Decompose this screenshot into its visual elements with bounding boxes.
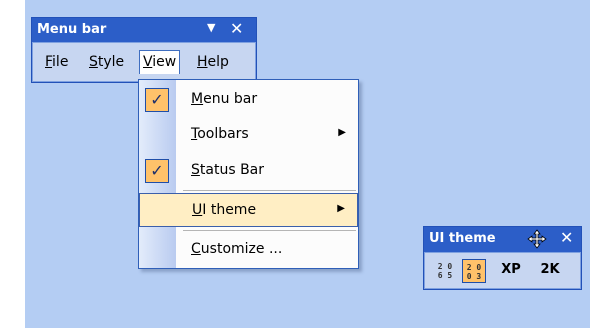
menubar: File Style View Help (33, 43, 255, 81)
close-icon[interactable]: ✕ (560, 228, 573, 247)
ui-theme-titlebar[interactable]: UI theme ✕ (424, 227, 581, 252)
menu-view-label: iew (152, 54, 177, 70)
menu-item-toolbars[interactable]: Toolbars ▶ (139, 118, 358, 152)
menu-style[interactable]: Style (85, 50, 128, 74)
menu-bar-title: Menu bar (37, 22, 107, 37)
menu-item-label: UI theme (192, 202, 257, 218)
menu-item-customize[interactable]: Customize ... (139, 233, 358, 267)
menu-bar-toolbar: Menu bar ▼ ✕ File Style View Help (31, 17, 257, 83)
submenu-arrow-icon: ▶ (337, 203, 345, 214)
submenu-arrow-icon: ▶ (338, 127, 346, 138)
digits-top: 2 0 (437, 262, 453, 271)
menu-help[interactable]: Help (193, 50, 233, 74)
theme-xp-button[interactable]: XP (496, 259, 526, 283)
menu-style-label: tyle (97, 54, 125, 70)
close-icon[interactable]: ✕ (230, 19, 243, 38)
menu-bar-titlebar[interactable]: Menu bar ▼ ✕ (32, 18, 256, 42)
menu-help-label: elp (207, 54, 229, 70)
menu-separator (183, 230, 356, 231)
menu-item-label: Status Bar (191, 162, 265, 178)
digits-bottom: 0 3 (466, 272, 482, 281)
digits-top: 2 0 (466, 263, 482, 272)
move-icon[interactable] (527, 229, 547, 249)
menu-item-status-bar[interactable]: ✓ Status Bar (139, 154, 358, 188)
menu-item-menu-bar[interactable]: ✓ Menu bar (139, 83, 358, 117)
menu-help-accel: H (197, 54, 208, 70)
theme-digits-active-button[interactable]: 2 0 0 3 (462, 259, 486, 283)
theme-buttons-row: 2 0 6 5 2 0 0 3 XP 2K (425, 253, 580, 288)
theme-digits-button[interactable]: 2 0 6 5 (433, 259, 457, 283)
menu-item-label: Menu bar (191, 91, 258, 107)
menu-style-accel: S (89, 54, 98, 70)
view-dropdown-menu: ✓ Menu bar Toolbars ▶ ✓ Status Bar UI th… (138, 79, 359, 269)
menu-item-ui-theme[interactable]: UI theme ▶ (139, 193, 358, 227)
menu-item-label: Customize ... (191, 241, 283, 257)
digits-bottom: 6 5 (437, 271, 453, 280)
menu-item-label: Toolbars (191, 126, 249, 142)
menu-view-accel: V (143, 54, 153, 70)
menu-view[interactable]: View (139, 50, 181, 74)
menu-file-label: ile (52, 54, 69, 70)
checkmark-icon: ✓ (145, 88, 169, 112)
ui-theme-title: UI theme (429, 231, 496, 246)
dropdown-arrow-icon[interactable]: ▼ (207, 21, 215, 34)
checkmark-icon: ✓ (145, 159, 169, 183)
menu-file-accel: F (45, 54, 53, 70)
menu-file[interactable]: File (41, 50, 72, 74)
menu-separator (183, 190, 356, 191)
ui-theme-toolbar: UI theme ✕ 2 0 6 5 2 0 0 3 XP 2K (423, 226, 582, 290)
theme-2k-button[interactable]: 2K (535, 259, 565, 283)
